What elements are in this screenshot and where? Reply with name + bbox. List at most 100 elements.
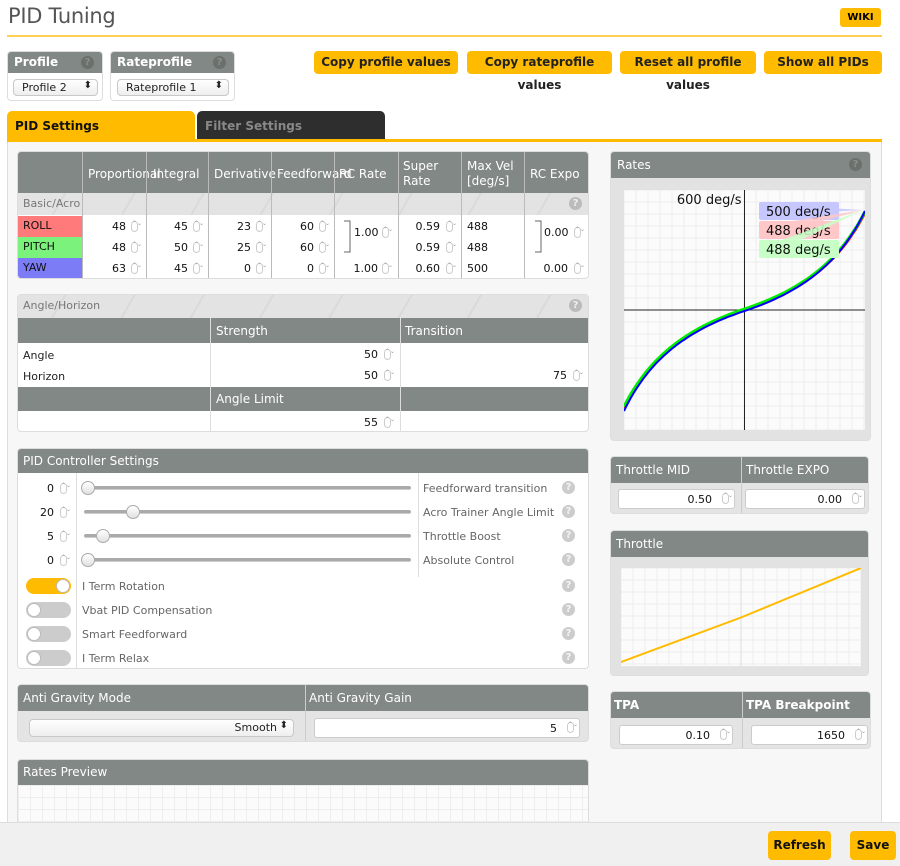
copy-rateprofile-button[interactable]: Copy rateprofile values <box>467 51 612 92</box>
spinner-icon[interactable]: ⌃⌄ <box>446 242 457 253</box>
rates-header: Rates ? <box>611 152 870 178</box>
toggle-switch[interactable] <box>26 650 71 666</box>
spinner-icon[interactable]: ⌃⌄ <box>60 483 71 494</box>
spinner-icon[interactable]: ⌃⌄ <box>193 263 204 274</box>
rates-preview-title: Rates Preview <box>23 765 108 779</box>
slider-track[interactable] <box>84 534 411 538</box>
pid-d-input[interactable]: 25 <box>208 241 251 254</box>
pid-p-input[interactable]: 48 <box>82 220 126 233</box>
rollpitch-rc-expo-input[interactable]: 0.00 <box>544 226 569 239</box>
horizon-strength-input[interactable]: 50 <box>210 369 378 382</box>
strength-label: Strength <box>216 324 268 338</box>
ah-header-row: Strength Transition <box>18 318 588 343</box>
spinner-icon[interactable]: ⌃⌄ <box>131 221 142 232</box>
slider-track[interactable] <box>84 558 411 562</box>
help-icon[interactable]: ? <box>562 603 575 616</box>
throttle-mid-input[interactable]: 0.50 ⌃⌄ <box>618 489 735 509</box>
tpa-input[interactable]: 0.10 ⌃⌄ <box>619 725 733 745</box>
spinner-icon[interactable]: ⌃⌄ <box>319 221 330 232</box>
spinner-icon[interactable]: ⌃⌄ <box>382 227 393 238</box>
help-icon[interactable]: ? <box>562 481 575 494</box>
angle-strength-input[interactable]: 50 <box>210 348 378 361</box>
reset-profile-button[interactable]: Reset all profile values <box>620 51 756 92</box>
help-icon[interactable]: ? <box>562 579 575 592</box>
pid-p-input[interactable]: 48 <box>82 241 126 254</box>
super-rate-input[interactable]: 0.60 <box>398 262 441 275</box>
slider-value-input[interactable]: 0 <box>18 482 54 495</box>
spinner-icon[interactable]: ⌃⌄ <box>193 242 204 253</box>
pid-p-input[interactable]: 63 <box>82 262 126 275</box>
tab-pid-settings[interactable]: PID Settings <box>7 111 195 140</box>
help-icon[interactable]: ? <box>562 505 575 518</box>
pid-ff-input[interactable]: 60 <box>271 241 314 254</box>
super-rate-input[interactable]: 0.59 <box>398 241 441 254</box>
anti-gravity-gain-input[interactable]: 5 ⌃⌄ <box>314 718 580 738</box>
copy-profile-button[interactable]: Copy profile values <box>314 51 458 74</box>
pid-i-input[interactable]: 45 <box>146 220 188 233</box>
horizon-transition-input[interactable]: 75 <box>401 369 567 382</box>
pid-ff-input[interactable]: 60 <box>271 220 314 233</box>
yaw-rc-expo-input[interactable]: 0.00 <box>524 262 569 275</box>
rateprofile-select[interactable]: Rateprofile 1 ⬍ <box>117 79 229 96</box>
help-icon[interactable]: ? <box>569 197 582 210</box>
axis-pitch: PITCH <box>18 237 82 258</box>
tpa-breakpoint-input[interactable]: 1650 ⌃⌄ <box>751 725 868 745</box>
spinner-icon[interactable]: ⌃⌄ <box>60 531 71 542</box>
spinner-icon[interactable]: ⌃⌄ <box>256 263 267 274</box>
slider-thumb[interactable] <box>81 553 95 567</box>
help-icon[interactable]: ? <box>562 529 575 542</box>
super-rate-input[interactable]: 0.59 <box>398 220 441 233</box>
pid-ff-input[interactable]: 0 <box>271 262 314 275</box>
slider-track[interactable] <box>84 486 411 490</box>
refresh-button[interactable]: Refresh <box>768 831 831 860</box>
angle-label: Angle <box>23 349 55 362</box>
show-all-pids-button[interactable]: Show all PIDs <box>764 51 882 74</box>
spinner-icon[interactable]: ⌃⌄ <box>256 242 267 253</box>
spinner-icon[interactable]: ⌃⌄ <box>60 507 71 518</box>
help-icon[interactable]: ? <box>562 651 575 664</box>
profile-select[interactable]: Profile 2 ⬍ <box>13 79 98 96</box>
slider-thumb[interactable] <box>96 529 110 543</box>
slider-thumb[interactable] <box>126 505 140 519</box>
spinner-icon[interactable]: ⌃⌄ <box>193 221 204 232</box>
spinner-icon[interactable]: ⌃⌄ <box>446 263 457 274</box>
axis-roll-label: ROLL <box>23 219 52 232</box>
spinner-icon[interactable]: ⌃⌄ <box>60 555 71 566</box>
spinner-icon[interactable]: ⌃⌄ <box>446 221 457 232</box>
help-icon[interactable]: ? <box>849 158 862 171</box>
pid-i-input[interactable]: 50 <box>146 241 188 254</box>
angle-limit-input[interactable]: 55 <box>210 416 378 429</box>
rollpitch-rc-rate-input[interactable]: 1.00 <box>354 226 379 239</box>
slider-thumb[interactable] <box>81 481 95 495</box>
help-icon[interactable]: ? <box>562 553 575 566</box>
spinner-icon[interactable]: ⌃⌄ <box>131 263 142 274</box>
help-icon[interactable]: ? <box>569 299 582 312</box>
slider-value-input[interactable]: 0 <box>18 554 54 567</box>
tab-filter-settings[interactable]: Filter Settings <box>197 111 385 140</box>
pid-d-input[interactable]: 23 <box>208 220 251 233</box>
toggle-label: Smart Feedforward <box>82 628 188 641</box>
yaw-rc-rate-input[interactable]: 1.00 <box>334 262 379 275</box>
spinner-icon[interactable]: ⌃⌄ <box>574 227 585 238</box>
toggle-switch[interactable] <box>26 602 71 618</box>
spinner-icon[interactable]: ⌃⌄ <box>319 242 330 253</box>
help-icon[interactable]: ? <box>213 56 226 69</box>
spinner-icon[interactable]: ⌃⌄ <box>319 263 330 274</box>
slider-value-input[interactable]: 5 <box>18 530 54 543</box>
slider-value-input[interactable]: 20 <box>18 506 54 519</box>
spinner-icon[interactable]: ⌃⌄ <box>574 263 585 274</box>
throttle-expo-input[interactable]: 0.00 ⌃⌄ <box>745 489 865 509</box>
spinner-icon[interactable]: ⌃⌄ <box>131 242 142 253</box>
anti-gravity-mode-select[interactable]: Smooth ⬍ <box>29 719 294 737</box>
pid-d-input[interactable]: 0 <box>208 262 251 275</box>
help-icon[interactable]: ? <box>81 56 94 69</box>
wiki-button[interactable]: WIKI <box>840 8 881 27</box>
help-icon[interactable]: ? <box>562 627 575 640</box>
pid-i-input[interactable]: 45 <box>146 262 188 275</box>
save-button[interactable]: Save <box>850 831 896 860</box>
toggle-switch[interactable] <box>26 626 71 642</box>
rateprofile-selected: Rateprofile 1 <box>126 81 197 94</box>
spinner-icon[interactable]: ⌃⌄ <box>382 263 393 274</box>
spinner-icon[interactable]: ⌃⌄ <box>256 221 267 232</box>
toggle-switch[interactable] <box>26 578 71 594</box>
